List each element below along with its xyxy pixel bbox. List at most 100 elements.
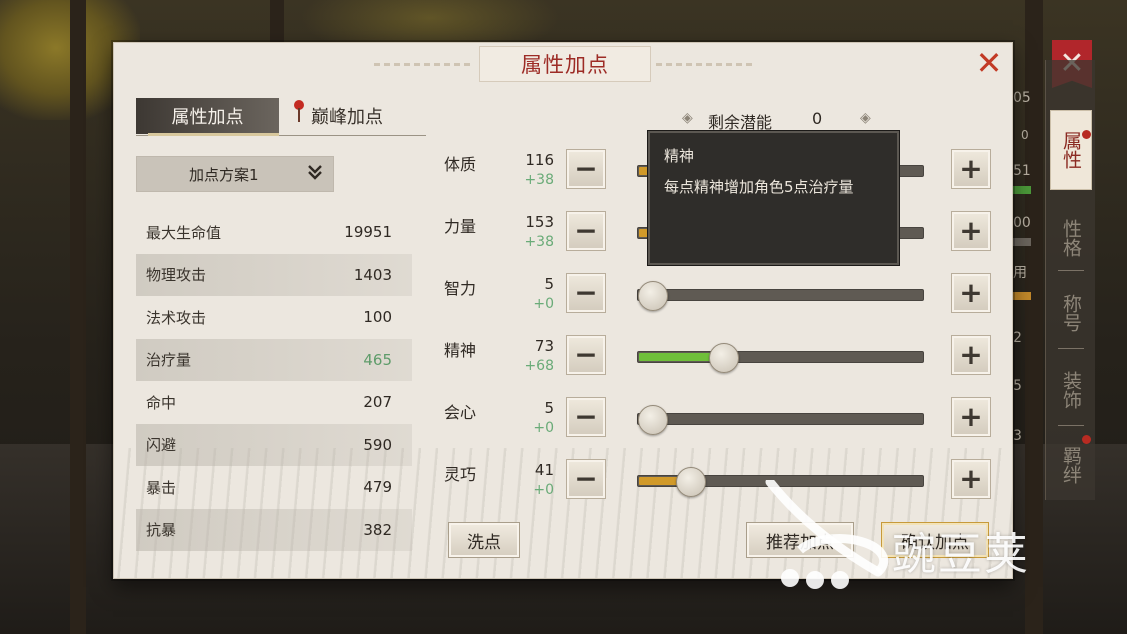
attribute-value: 116: [525, 151, 554, 169]
attribute-bonus: +38: [524, 172, 554, 188]
attribute-name: 精神: [444, 341, 477, 360]
increase-button[interactable]: +: [951, 273, 991, 313]
attribute-name: 灵巧: [444, 465, 477, 484]
slider-handle[interactable]: [638, 405, 668, 435]
side-tab-column: 属性 性格 称号 装饰 羁绊: [1045, 60, 1095, 500]
increase-button[interactable]: +: [951, 211, 991, 251]
reset-points-button[interactable]: 洗点: [448, 522, 520, 558]
ornament-right-icon: ◈: [860, 110, 871, 126]
increase-button[interactable]: +: [951, 149, 991, 189]
divider: [1058, 270, 1084, 271]
wooden-post: [70, 0, 86, 634]
plus-icon: +: [959, 276, 983, 309]
hud-peek-value: 用: [1013, 265, 1027, 281]
stat-value: 207: [363, 393, 392, 412]
decrease-button[interactable]: −: [566, 211, 606, 251]
stats-list: 最大生命值 19951 物理攻击 1403 法术攻击 100 治疗量 465 命…: [136, 211, 412, 551]
tab-bar: 属性加点 巅峰加点: [136, 98, 426, 136]
hud-peek-value: 51: [1013, 163, 1031, 179]
hud-peek-value: 3: [1013, 428, 1022, 444]
slider-handle[interactable]: [676, 467, 706, 497]
attribute-name: 力量: [444, 217, 477, 236]
attribute-row-intelligence: 智力 5 +0 − +: [444, 271, 1004, 333]
attribute-row-insight: 会心 5 +0 − +: [444, 395, 1004, 457]
attribute-slider[interactable]: [637, 405, 924, 435]
slider-handle[interactable]: [709, 343, 739, 373]
dialog-title: 属性加点: [521, 53, 609, 77]
slider-handle[interactable]: [638, 281, 668, 311]
side-tab-attributes[interactable]: 属性: [1050, 110, 1092, 190]
plus-icon: +: [959, 400, 983, 433]
attribute-slider[interactable]: [637, 343, 924, 373]
slider-fill: [639, 353, 718, 361]
hud-peek-value: 00: [1013, 215, 1031, 231]
close-button[interactable]: ✕: [972, 46, 1006, 80]
stat-name: 暴击: [146, 478, 177, 497]
increase-button[interactable]: +: [951, 459, 991, 499]
attribute-value: 5: [544, 399, 554, 417]
hud-peek-value: 5: [1013, 378, 1022, 394]
minus-icon: −: [574, 214, 598, 247]
side-tab-personality[interactable]: 性格: [1050, 203, 1092, 273]
attribute-bonus: +38: [524, 234, 554, 250]
confirm-points-button[interactable]: 确认加点: [881, 522, 989, 558]
notification-flag-icon: [294, 100, 306, 122]
stat-row-dodge: 闪避 590: [136, 423, 412, 466]
stat-value: 382: [363, 520, 392, 539]
attribute-bonus: +68: [524, 358, 554, 374]
stat-row-max-hp: 最大生命值 19951: [136, 211, 412, 254]
decrease-button[interactable]: −: [566, 273, 606, 313]
attribute-value: 41: [534, 461, 554, 479]
stat-row-magic-attack: 法术攻击 100: [136, 296, 412, 339]
plus-icon: +: [959, 462, 983, 495]
plan-dropdown-label: 加点方案1: [189, 165, 259, 184]
decrease-button[interactable]: −: [566, 335, 606, 375]
attribute-bonus: +0: [533, 296, 554, 312]
attribute-slider[interactable]: [637, 467, 924, 497]
stat-name: 物理攻击: [146, 266, 207, 285]
tab-peak-points[interactable]: 巅峰加点: [311, 98, 383, 134]
tab-attribute-points[interactable]: 属性加点: [136, 98, 279, 136]
decrease-button[interactable]: −: [566, 397, 606, 437]
attribute-name: 体质: [444, 155, 477, 174]
attribute-slider[interactable]: [637, 281, 924, 311]
tooltip-body: 每点精神增加角色5点治疗量: [664, 178, 854, 196]
stat-value: 465: [363, 350, 392, 369]
hud-peek-value: 2: [1013, 330, 1022, 346]
side-tab-titles[interactable]: 称号: [1050, 278, 1092, 348]
increase-button[interactable]: +: [951, 397, 991, 437]
plus-icon: +: [959, 338, 983, 371]
stat-name: 最大生命值: [146, 223, 222, 242]
minus-icon: −: [574, 462, 598, 495]
side-tab-decorations[interactable]: 装饰: [1050, 355, 1092, 425]
dialog-title-frame: 属性加点: [374, 46, 756, 82]
close-icon: ✕: [975, 44, 1003, 82]
hud-peek-value: 05: [1013, 90, 1031, 106]
stat-value: 1403: [353, 265, 392, 284]
stat-row-healing: 治疗量 465: [136, 338, 412, 381]
attribute-value: 5: [544, 275, 554, 293]
decrease-button[interactable]: −: [566, 459, 606, 499]
notification-dot: [1082, 130, 1091, 139]
stat-row-critical: 暴击 479: [136, 466, 412, 509]
divider: [1058, 348, 1084, 349]
stat-name: 抗暴: [146, 521, 177, 540]
remaining-potential-label: 剩余潜能: [708, 113, 773, 132]
attribute-bonus: +0: [533, 420, 554, 436]
attribute-name: 会心: [444, 403, 477, 422]
minus-icon: −: [574, 152, 598, 185]
hud-peek-bar: [1013, 292, 1031, 300]
plan-dropdown[interactable]: 加点方案1: [136, 156, 334, 192]
plus-icon: +: [959, 152, 983, 185]
minus-icon: −: [574, 338, 598, 371]
recommend-points-button[interactable]: 推荐加点: [746, 522, 854, 558]
notification-dot: [1082, 435, 1091, 444]
attribute-value: 153: [525, 213, 554, 231]
minus-icon: −: [574, 400, 598, 433]
increase-button[interactable]: +: [951, 335, 991, 375]
attribute-row-spirit: 精神 73 +68 − +: [444, 333, 1004, 395]
stat-row-crit-resist: 抗暴 382: [136, 508, 412, 551]
attribute-tooltip: 精神 每点精神增加角色5点治疗量: [648, 131, 899, 265]
decrease-button[interactable]: −: [566, 149, 606, 189]
stat-name: 治疗量: [146, 351, 192, 370]
